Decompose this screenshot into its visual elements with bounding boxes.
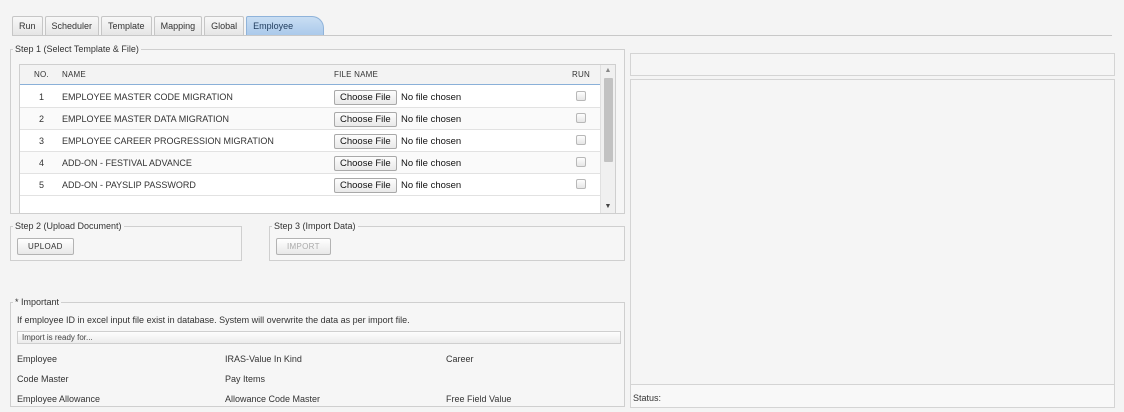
import-item: Allowance Code Master xyxy=(225,394,321,404)
row-no: 2 xyxy=(39,114,45,124)
import-item: Free Field Value xyxy=(446,394,512,404)
tab-scheduler[interactable]: Scheduler xyxy=(44,16,100,36)
step1-legend: Step 1 (Select Template & File) xyxy=(15,44,139,54)
status-bar: Status: xyxy=(630,384,1115,408)
choose-file-button[interactable]: Choose File xyxy=(334,156,397,171)
choose-file-button[interactable]: Choose File xyxy=(334,112,397,127)
row-name: ADD-ON - PAYSLIP PASSWORD xyxy=(62,180,196,190)
step3-legend: Step 3 (Import Data) xyxy=(274,221,356,231)
import-ready-header: Import is ready for... xyxy=(17,331,621,344)
run-checkbox[interactable] xyxy=(576,179,586,189)
important-legend: * Important xyxy=(15,297,60,307)
file-name-text: No file chosen xyxy=(401,92,462,103)
run-checkbox[interactable] xyxy=(576,113,586,123)
import-item: Code Master xyxy=(17,374,69,384)
import-item: Career xyxy=(446,354,474,364)
scroll-up-icon[interactable]: ▲ xyxy=(601,65,615,77)
choose-file-button[interactable]: Choose File xyxy=(334,134,397,149)
run-checkbox[interactable] xyxy=(576,135,586,145)
row-no: 1 xyxy=(39,92,45,102)
choose-file-button[interactable]: Choose File xyxy=(334,90,397,105)
table-row: 1 EMPLOYEE MASTER CODE MIGRATION Choose … xyxy=(20,86,602,108)
template-file-grid: NO. NAME FILE NAME RUN 1 EMPLOYEE MASTER… xyxy=(19,64,616,214)
col-run: RUN xyxy=(572,70,590,79)
choose-file-button[interactable]: Choose File xyxy=(334,178,397,193)
scroll-thumb[interactable] xyxy=(604,78,613,162)
row-name: EMPLOYEE CAREER PROGRESSION MIGRATION xyxy=(62,136,274,146)
table-row: 4 ADD-ON - FESTIVAL ADVANCE Choose File … xyxy=(20,152,602,174)
tab-employee[interactable]: Employee xyxy=(246,16,325,36)
import-item: Employee Allowance xyxy=(17,394,101,404)
import-item: IRAS-Value In Kind xyxy=(225,354,302,364)
import-button[interactable]: IMPORT xyxy=(276,238,331,255)
import-item: Pay Items xyxy=(225,374,266,384)
tab-global[interactable]: Global xyxy=(204,16,245,36)
run-checkbox[interactable] xyxy=(576,157,586,167)
col-file-name: FILE NAME xyxy=(334,70,379,79)
tab-bar: Run Scheduler Template Mapping Global Em… xyxy=(12,14,326,36)
step3-group: Step 3 (Import Data) IMPORT xyxy=(269,221,625,261)
table-row: 2 EMPLOYEE MASTER DATA MIGRATION Choose … xyxy=(20,108,602,130)
file-name-text: No file chosen xyxy=(401,158,462,169)
import-item: Employee xyxy=(17,354,58,364)
status-label: Status: xyxy=(633,393,662,403)
col-no: NO. xyxy=(34,70,49,79)
file-name-text: No file chosen xyxy=(401,114,462,125)
file-name-text: No file chosen xyxy=(401,180,462,191)
tab-template[interactable]: Template xyxy=(101,16,152,36)
step1-group: Step 1 (Select Template & File) NO. NAME… xyxy=(10,44,625,214)
tab-mapping[interactable]: Mapping xyxy=(153,16,203,36)
tab-run[interactable]: Run xyxy=(12,16,43,36)
row-name: EMPLOYEE MASTER CODE MIGRATION xyxy=(62,92,233,102)
row-no: 5 xyxy=(39,180,45,190)
scroll-down-icon[interactable]: ▼ xyxy=(601,201,615,213)
grid-header: NO. NAME FILE NAME RUN xyxy=(20,65,602,85)
step2-legend: Step 2 (Upload Document) xyxy=(15,221,122,231)
tab-underline xyxy=(12,35,1112,36)
col-name: NAME xyxy=(62,70,86,79)
run-checkbox[interactable] xyxy=(576,91,586,101)
row-name: EMPLOYEE MASTER DATA MIGRATION xyxy=(62,114,230,124)
overwrite-notice: If employee ID in excel input file exist… xyxy=(17,315,410,325)
right-output-panel xyxy=(630,79,1115,407)
row-no: 3 xyxy=(39,136,45,146)
right-header-panel xyxy=(630,53,1115,76)
table-row: 3 EMPLOYEE CAREER PROGRESSION MIGRATION … xyxy=(20,130,602,152)
row-name: ADD-ON - FESTIVAL ADVANCE xyxy=(62,158,192,168)
upload-button[interactable]: UPLOAD xyxy=(17,238,74,255)
table-row: 5 ADD-ON - PAYSLIP PASSWORD Choose File … xyxy=(20,174,602,196)
row-no: 4 xyxy=(39,158,45,168)
grid-scrollbar[interactable]: ▲ ▼ xyxy=(600,65,615,213)
important-group: * Important If employee ID in excel inpu… xyxy=(10,297,625,407)
step2-group: Step 2 (Upload Document) UPLOAD xyxy=(10,221,242,261)
file-name-text: No file chosen xyxy=(401,136,462,147)
